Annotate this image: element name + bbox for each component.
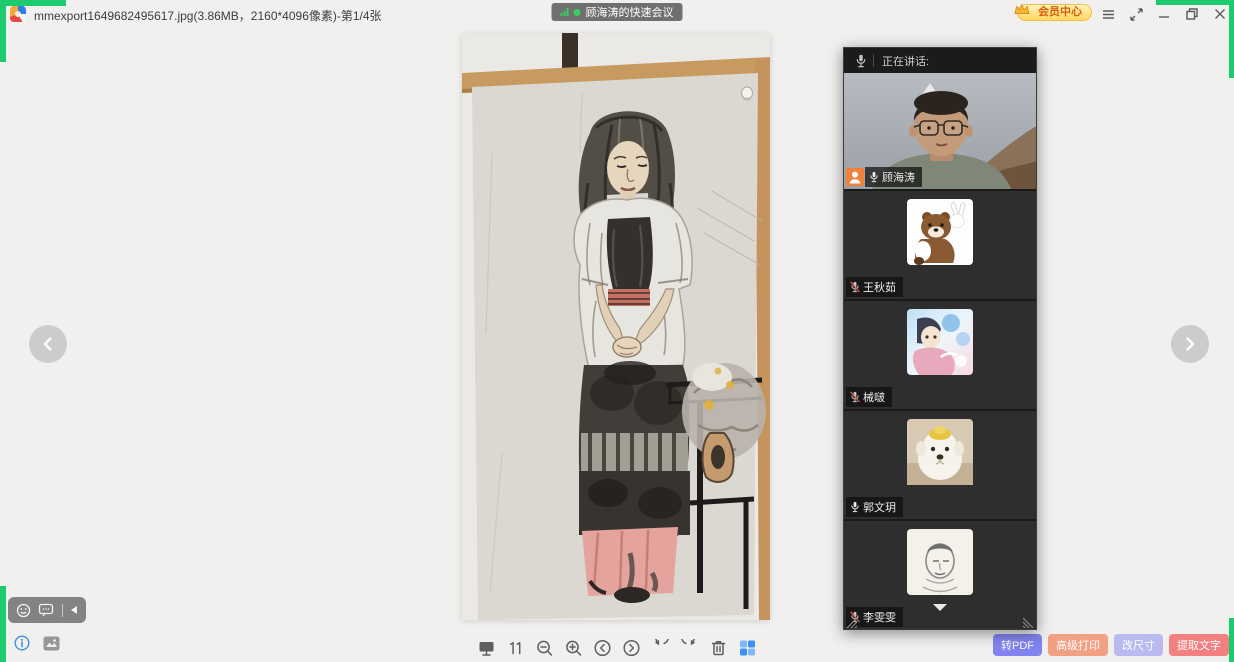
next-arrow-icon bbox=[1183, 336, 1197, 352]
mic-muted-icon bbox=[850, 391, 860, 403]
speaking-label: 正在讲话: bbox=[882, 53, 929, 69]
mic-on-icon bbox=[850, 501, 860, 513]
crown-icon bbox=[1013, 2, 1031, 17]
extract-text-button[interactable]: 提取文字 bbox=[1169, 634, 1229, 656]
mini-toolbar-divider bbox=[62, 604, 63, 617]
image-properties-icon[interactable] bbox=[43, 636, 60, 651]
participant-name: 郭文玥 bbox=[863, 499, 896, 515]
share-border-top-right bbox=[1156, 0, 1234, 5]
zoom-out-icon[interactable] bbox=[536, 639, 554, 657]
corner-icons bbox=[14, 635, 60, 651]
participant-name: 械啵 bbox=[863, 389, 885, 405]
viewer-toolbar bbox=[478, 639, 757, 657]
fit-to-screen-icon[interactable] bbox=[478, 639, 496, 657]
participant-tile[interactable]: 郭文玥 bbox=[844, 409, 1036, 519]
advanced-print-button[interactable]: 高级打印 bbox=[1048, 634, 1108, 656]
share-border-right-bottom bbox=[1229, 618, 1234, 662]
participant-tile-video[interactable]: 顾海涛 bbox=[844, 73, 1036, 189]
avatar-white-dog bbox=[907, 419, 973, 485]
participant-name: 顾海涛 bbox=[882, 169, 915, 185]
image-tools-grid-icon[interactable] bbox=[739, 639, 757, 657]
image-filename: mmexport1649682495617.jpg(3.86MB，2160*40… bbox=[34, 7, 382, 24]
mic-muted-icon bbox=[850, 281, 860, 293]
comment-icon[interactable] bbox=[38, 603, 54, 617]
quick-actions: 转PDF 高级打印 改尺寸 提取文字 bbox=[993, 634, 1229, 656]
rotate-left-icon[interactable] bbox=[652, 639, 670, 657]
floating-mini-toolbar bbox=[8, 597, 86, 623]
resize-handle-left[interactable] bbox=[845, 616, 857, 628]
participant-name: 王秋茹 bbox=[863, 279, 896, 295]
menu-icon[interactable] bbox=[1094, 0, 1122, 28]
meeting-panel-header[interactable]: 正在讲话: bbox=[844, 48, 1036, 73]
screen: mmexport1649682495617.jpg(3.86MB，2160*40… bbox=[0, 0, 1234, 662]
avatar-pencil-sketch bbox=[907, 529, 973, 595]
share-border-left-bottom bbox=[0, 586, 6, 662]
previous-icon[interactable] bbox=[594, 639, 612, 657]
scroll-down-arrow-icon[interactable] bbox=[933, 604, 947, 611]
avatar-cartoon-bear bbox=[907, 199, 973, 265]
participant-name: 李雯雯 bbox=[863, 609, 896, 625]
share-border-top-left bbox=[0, 0, 66, 6]
resize-button[interactable]: 改尺寸 bbox=[1114, 634, 1163, 656]
avatar-anime-art bbox=[907, 309, 973, 375]
meeting-status-badge[interactable]: 顾海涛的快速会议 bbox=[552, 3, 683, 21]
member-center-label: 会员中心 bbox=[1038, 6, 1082, 18]
host-badge-icon bbox=[846, 168, 864, 186]
zoom-in-icon[interactable] bbox=[565, 639, 583, 657]
share-border-left-top bbox=[0, 0, 6, 62]
green-dot-icon bbox=[574, 9, 581, 16]
titlebar: mmexport1649682495617.jpg(3.86MB，2160*40… bbox=[0, 0, 1234, 28]
meeting-panel: 正在讲话: bbox=[843, 47, 1037, 630]
app-logo-icon bbox=[10, 6, 26, 22]
actual-size-1-1-icon[interactable] bbox=[507, 639, 525, 657]
member-center-button[interactable]: 会员中心 bbox=[1017, 4, 1092, 21]
info-icon[interactable] bbox=[14, 635, 30, 651]
meeting-title: 顾海涛的快速会议 bbox=[586, 4, 674, 20]
delete-icon[interactable] bbox=[710, 639, 728, 657]
resize-handle-right[interactable] bbox=[1023, 616, 1035, 628]
artwork-image[interactable] bbox=[462, 33, 770, 620]
mic-on-icon bbox=[869, 171, 879, 183]
prev-arrow-icon bbox=[41, 336, 55, 352]
to-pdf-button[interactable]: 转PDF bbox=[993, 634, 1042, 656]
emoji-icon[interactable] bbox=[16, 603, 31, 618]
next-icon[interactable] bbox=[623, 639, 641, 657]
header-divider bbox=[873, 54, 874, 67]
participant-tile[interactable]: 械啵 bbox=[844, 299, 1036, 409]
share-border-right-top bbox=[1229, 0, 1234, 78]
signal-bars-icon bbox=[561, 8, 569, 16]
next-image-button[interactable] bbox=[1171, 325, 1209, 363]
fullscreen-icon[interactable] bbox=[1122, 0, 1150, 28]
rotate-right-icon[interactable] bbox=[681, 639, 699, 657]
previous-image-button[interactable] bbox=[29, 325, 67, 363]
microphone-icon bbox=[855, 54, 867, 68]
participant-tile[interactable]: 李雯雯 bbox=[844, 519, 1036, 629]
participant-tile[interactable]: 王秋茹 bbox=[844, 189, 1036, 299]
collapse-icon[interactable] bbox=[70, 605, 78, 615]
